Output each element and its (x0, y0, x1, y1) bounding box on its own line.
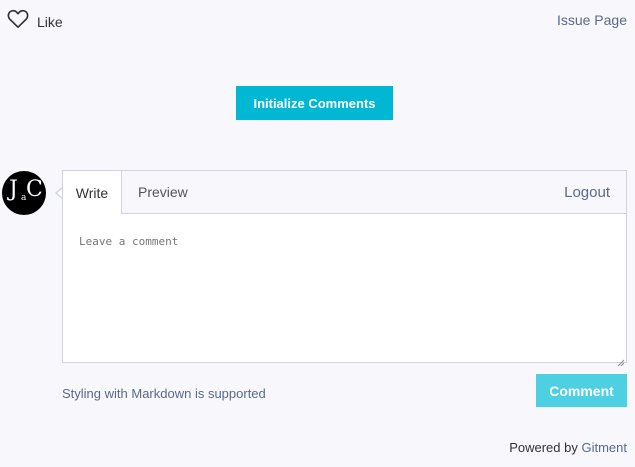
like-label: Like (37, 13, 63, 30)
heart-icon (7, 9, 29, 34)
editor-tabs: Write Preview Logout (63, 171, 626, 214)
comment-button[interactable]: Comment (536, 374, 627, 407)
powered-by: Powered by Gitment (509, 440, 627, 455)
tab-preview[interactable]: Preview (138, 171, 188, 213)
gitment-link[interactable]: Gitment (581, 440, 627, 455)
tab-write[interactable]: Write (63, 171, 122, 214)
logout-link[interactable]: Logout (564, 171, 610, 213)
like-button[interactable]: Like (7, 9, 63, 34)
avatar[interactable]: J a C (2, 171, 46, 215)
comment-editor: Write Preview Logout (62, 170, 627, 367)
resize-grip-icon[interactable] (617, 353, 625, 367)
issue-page-link[interactable]: Issue Page (557, 12, 627, 28)
avatar-letter: J (9, 177, 18, 202)
comment-input[interactable] (63, 214, 626, 362)
markdown-tip-link[interactable]: Styling with Markdown is supported (62, 386, 266, 401)
avatar-letter: C (26, 177, 43, 202)
powered-prefix: Powered by (509, 440, 578, 455)
initialize-comments-button[interactable]: Initialize Comments (236, 86, 393, 120)
